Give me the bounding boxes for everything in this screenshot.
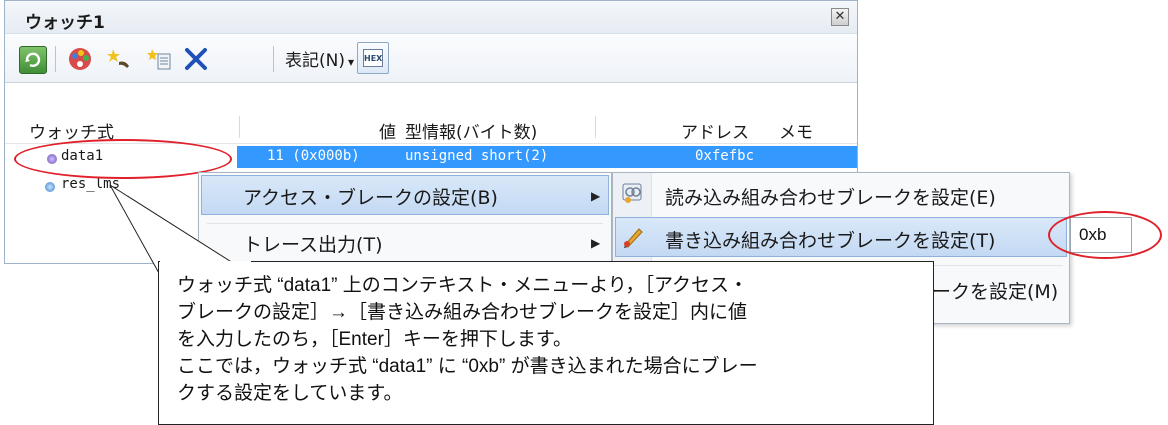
- callout-joint: [160, 261, 251, 263]
- callout-box: ウォッチ式 “data1” 上のコンテキスト・メニューより，［アクセス・ ブレー…: [158, 261, 934, 425]
- callout-text: ウォッチ式 “data1” 上のコンテキスト・メニューより，［アクセス・ ブレー…: [177, 275, 758, 404]
